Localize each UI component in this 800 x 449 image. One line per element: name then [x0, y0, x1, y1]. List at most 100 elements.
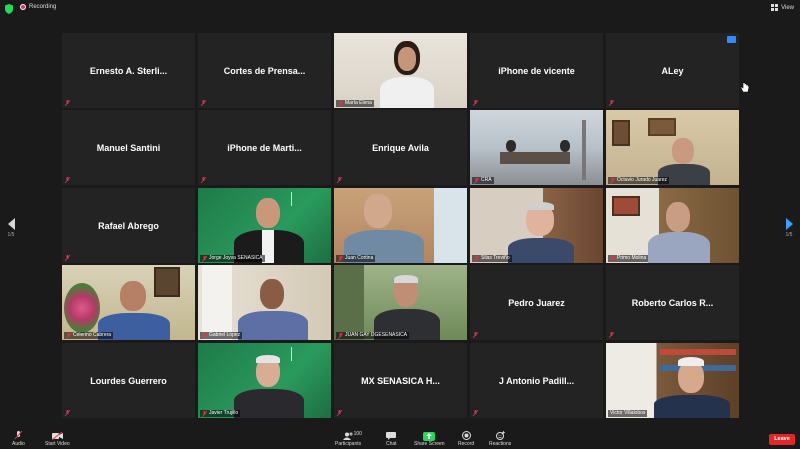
participant-video-tile[interactable]: Gabriel Lopez — [198, 265, 331, 340]
participant-tile[interactable]: Roberto Carlos R... — [606, 265, 739, 340]
meeting-toolbar: Audio Start Video 100 Participants Chat … — [0, 428, 800, 449]
bookshelf-row — [660, 349, 736, 355]
muted-mic-icon — [338, 101, 343, 107]
leave-button[interactable]: Leave — [769, 434, 795, 445]
participant-name: Enrique Avila — [372, 142, 429, 153]
participant-video-tile[interactable]: María Elena — [334, 33, 467, 108]
video-grid: Ernesto A. Sterli... Cortes de Prensa...… — [62, 33, 740, 418]
participants-button[interactable]: 100 Participants — [335, 431, 362, 447]
muted-mic-icon — [473, 410, 478, 416]
participant-tile[interactable]: Pedro Juarez — [470, 265, 603, 340]
participant-video-tile[interactable]: Octavio Jurado Juarez — [606, 110, 739, 185]
participant-video-tile[interactable]: Silas Treviño — [470, 188, 603, 263]
participant-name: Octavio Jurado Juarez — [617, 177, 668, 183]
participants-label: Participants — [335, 441, 362, 447]
audio-button[interactable]: Audio — [12, 431, 25, 447]
chat-button[interactable]: Chat — [386, 432, 397, 447]
participant-name: J Antonio Padill... — [498, 375, 575, 386]
participant-tile[interactable]: iPhone de Marti... — [198, 110, 331, 185]
participant-face — [260, 279, 284, 309]
participant-video-tile[interactable]: Juan Cortina — [334, 188, 467, 263]
muted-mic-icon — [65, 177, 70, 183]
people-icon — [342, 432, 353, 440]
participant-tile[interactable]: Ernesto A. Sterli... — [62, 33, 195, 108]
chat-bubble-icon — [386, 432, 397, 440]
prev-page-button[interactable]: 1/5 — [6, 218, 16, 238]
next-page-button[interactable]: 1/5 — [784, 218, 794, 238]
participant-name: Rafael Abrego — [98, 220, 159, 231]
participant-label: Octavio Jurado Juarez — [608, 177, 670, 184]
participant-video-tile[interactable]: CRA — [470, 110, 603, 185]
record-label: Record — [458, 441, 475, 447]
participant-label: Silas Treviño — [472, 255, 512, 262]
participant-name: JUAN GAY DGESENASICA — [345, 332, 408, 338]
muted-mic-icon — [202, 256, 207, 262]
participant-name: MX SENASICA H... — [361, 375, 440, 386]
participant-tile[interactable]: Cortes de Prensa... — [198, 33, 331, 108]
chevron-left-icon — [7, 218, 15, 230]
participant-name: Pedro Juarez — [508, 297, 565, 308]
start-video-label: Start Video — [45, 441, 70, 447]
participant-tile[interactable]: Manuel Santini — [62, 110, 195, 185]
participant-name: iPhone de vicente — [498, 65, 575, 76]
participant-name: Victor Villalobos — [610, 410, 646, 416]
smiley-plus-icon — [495, 431, 505, 440]
muted-mic-icon — [338, 333, 343, 339]
participant-hair — [678, 357, 704, 366]
participant-video-tile[interactable]: JUAN GAY DGESENASICA — [334, 265, 467, 340]
participant-tile[interactable]: ALey — [606, 33, 739, 108]
participant-video-tile[interactable]: Javier Trujillo — [198, 343, 331, 418]
more-options-icon[interactable] — [727, 36, 736, 43]
muted-mic-icon — [473, 332, 478, 338]
participant-name: Juan Cortina — [345, 255, 374, 261]
participant-tile[interactable]: J Antonio Padill... — [470, 343, 603, 418]
agency-logo — [291, 347, 325, 361]
participant-hair — [526, 202, 554, 210]
participant-name: Roberto Carlos R... — [631, 297, 714, 308]
active-speaker-tile[interactable]: Victor Villalobos — [606, 343, 739, 418]
muted-mic-icon — [610, 256, 615, 262]
participant-name: Jorge Joyva SENASICA — [209, 255, 263, 261]
muted-mic-icon — [14, 431, 23, 440]
muted-mic-icon — [337, 177, 342, 183]
record-icon — [461, 431, 471, 440]
view-button[interactable]: View — [771, 4, 794, 11]
reactions-button[interactable]: Reactions — [489, 431, 511, 447]
muted-mic-icon — [202, 333, 207, 339]
participant-name: Ernesto A. Sterli... — [89, 65, 168, 76]
participant-tile[interactable]: Enrique Avila — [334, 110, 467, 185]
muted-mic-icon — [474, 256, 479, 262]
share-screen-button[interactable]: Share Screen — [414, 432, 445, 447]
participants-count: 100 — [353, 431, 362, 437]
hand-cursor-icon — [740, 82, 750, 93]
participant-name: María Elena — [345, 100, 372, 106]
reactions-label: Reactions — [489, 441, 512, 447]
top-bar: Recording View — [0, 0, 800, 18]
start-video-button[interactable]: Start Video — [45, 432, 70, 447]
muted-mic-icon — [202, 411, 207, 417]
grid-view-icon — [771, 4, 779, 11]
participant-face — [256, 198, 280, 228]
participant-name: iPhone de Marti... — [227, 142, 302, 153]
participant-face — [666, 202, 690, 232]
record-dot-icon — [20, 4, 26, 10]
participant-face — [120, 281, 146, 311]
audio-label: Audio — [12, 441, 25, 447]
plant — [334, 265, 364, 340]
participant-body — [508, 238, 574, 263]
participant-tile[interactable]: iPhone de vicente — [470, 33, 603, 108]
participant-tile[interactable]: Lourdes Guerrero — [62, 343, 195, 418]
muted-mic-icon — [609, 332, 614, 338]
participant-tile[interactable]: Rafael Abrego — [62, 188, 195, 263]
wall-picture — [154, 267, 180, 297]
participant-body — [380, 77, 434, 108]
share-screen-label: Share Screen — [414, 441, 445, 447]
participant-video-tile[interactable]: Primo Molina — [606, 188, 739, 263]
record-button[interactable]: Record — [458, 431, 474, 447]
recording-indicator[interactable]: Recording — [20, 4, 56, 10]
participant-tile[interactable]: MX SENASICA H... — [334, 343, 467, 418]
participant-figure — [506, 140, 516, 152]
wall-picture — [612, 120, 630, 146]
participant-video-tile[interactable]: Celerino Cabrera — [62, 265, 195, 340]
participant-video-tile[interactable]: Jorge Joyva SENASICA — [198, 188, 331, 263]
